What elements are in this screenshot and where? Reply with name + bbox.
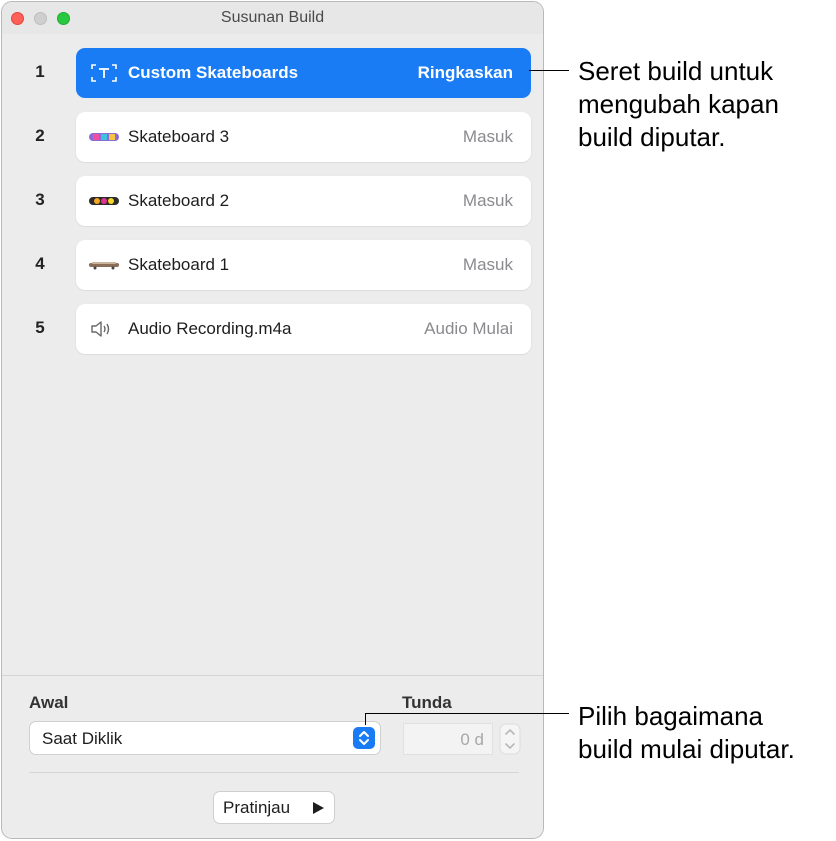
start-callout: Pilih bagaimana build mulai diputar.	[578, 700, 795, 766]
preview-button[interactable]: Pratinjau	[213, 791, 335, 824]
build-row[interactable]: 4 Skateboard 1 Masuk	[2, 240, 543, 290]
build-row[interactable]: 3 Skateboard 2 Masuk	[2, 176, 543, 226]
build-card[interactable]: Skateboard 3 Masuk	[76, 112, 531, 162]
build-card[interactable]: Skateboard 2 Masuk	[76, 176, 531, 226]
build-effect: Audio Mulai	[424, 319, 513, 338]
callout-line-text: build diputar.	[578, 122, 726, 152]
build-label: Custom Skateboards	[128, 63, 299, 82]
build-effect: Ringkaskan	[417, 63, 513, 82]
build-label: Audio Recording.m4a	[128, 319, 292, 338]
play-icon	[313, 802, 324, 814]
build-card[interactable]: Custom Skateboards Ringkaskan	[76, 48, 531, 98]
title-bar: Susunan Build	[2, 2, 543, 34]
text-box-icon	[91, 64, 117, 82]
skateboard-thumbnail-icon	[89, 133, 119, 141]
chevron-up-down-icon[interactable]	[353, 727, 375, 749]
build-label: Skateboard 3	[128, 127, 230, 146]
callout-line-text: mengubah kapan	[578, 89, 779, 119]
build-label: Skateboard 1	[128, 255, 230, 274]
build-card[interactable]: Skateboard 1 Masuk	[76, 240, 531, 290]
bottom-divider	[29, 772, 519, 773]
build-row[interactable]: 2 Skateboard 3 Masuk	[2, 112, 543, 162]
callout-line-text: Seret build untuk	[578, 56, 774, 86]
build-label: Skateboard 2	[128, 191, 230, 210]
build-effect: Masuk	[462, 191, 513, 210]
build-number: 4	[35, 254, 45, 273]
preview-label: Pratinjau	[223, 798, 291, 817]
drag-callout: Seret build untuk mengubah kapan build d…	[578, 55, 779, 154]
callout-line-text: Pilih bagaimana	[578, 701, 764, 731]
build-row[interactable]: 1 Custom Skateboards Ringkaskan	[2, 48, 543, 98]
section-divider	[2, 675, 543, 676]
build-number: 3	[35, 190, 45, 209]
skateboard-thumbnail-icon	[89, 262, 119, 270]
delay-stepper[interactable]	[499, 723, 521, 755]
delay-label: Tunda	[402, 693, 452, 712]
speaker-icon	[91, 321, 110, 337]
build-effect: Masuk	[462, 255, 513, 274]
delay-field[interactable]: 0 d	[403, 723, 493, 755]
build-number: 2	[35, 126, 45, 145]
callout-line	[365, 713, 569, 714]
start-label: Awal	[29, 693, 69, 712]
build-number: 1	[35, 62, 45, 81]
start-select-value: Saat Diklik	[42, 729, 123, 748]
build-row[interactable]: 5 Audio Recording.m4a Audio Mulai	[2, 304, 543, 354]
skateboard-thumbnail-icon	[89, 197, 119, 205]
callout-line	[529, 70, 569, 71]
start-select[interactable]: Saat Diklik	[29, 721, 381, 755]
callout-line	[365, 713, 366, 725]
delay-value: 0 d	[460, 730, 484, 749]
callout-line-text: build mulai diputar.	[578, 734, 795, 764]
build-card[interactable]: Audio Recording.m4a Audio Mulai	[76, 304, 531, 354]
window-title: Susunan Build	[220, 9, 325, 26]
build-number: 5	[35, 318, 45, 337]
build-effect: Masuk	[462, 127, 513, 146]
